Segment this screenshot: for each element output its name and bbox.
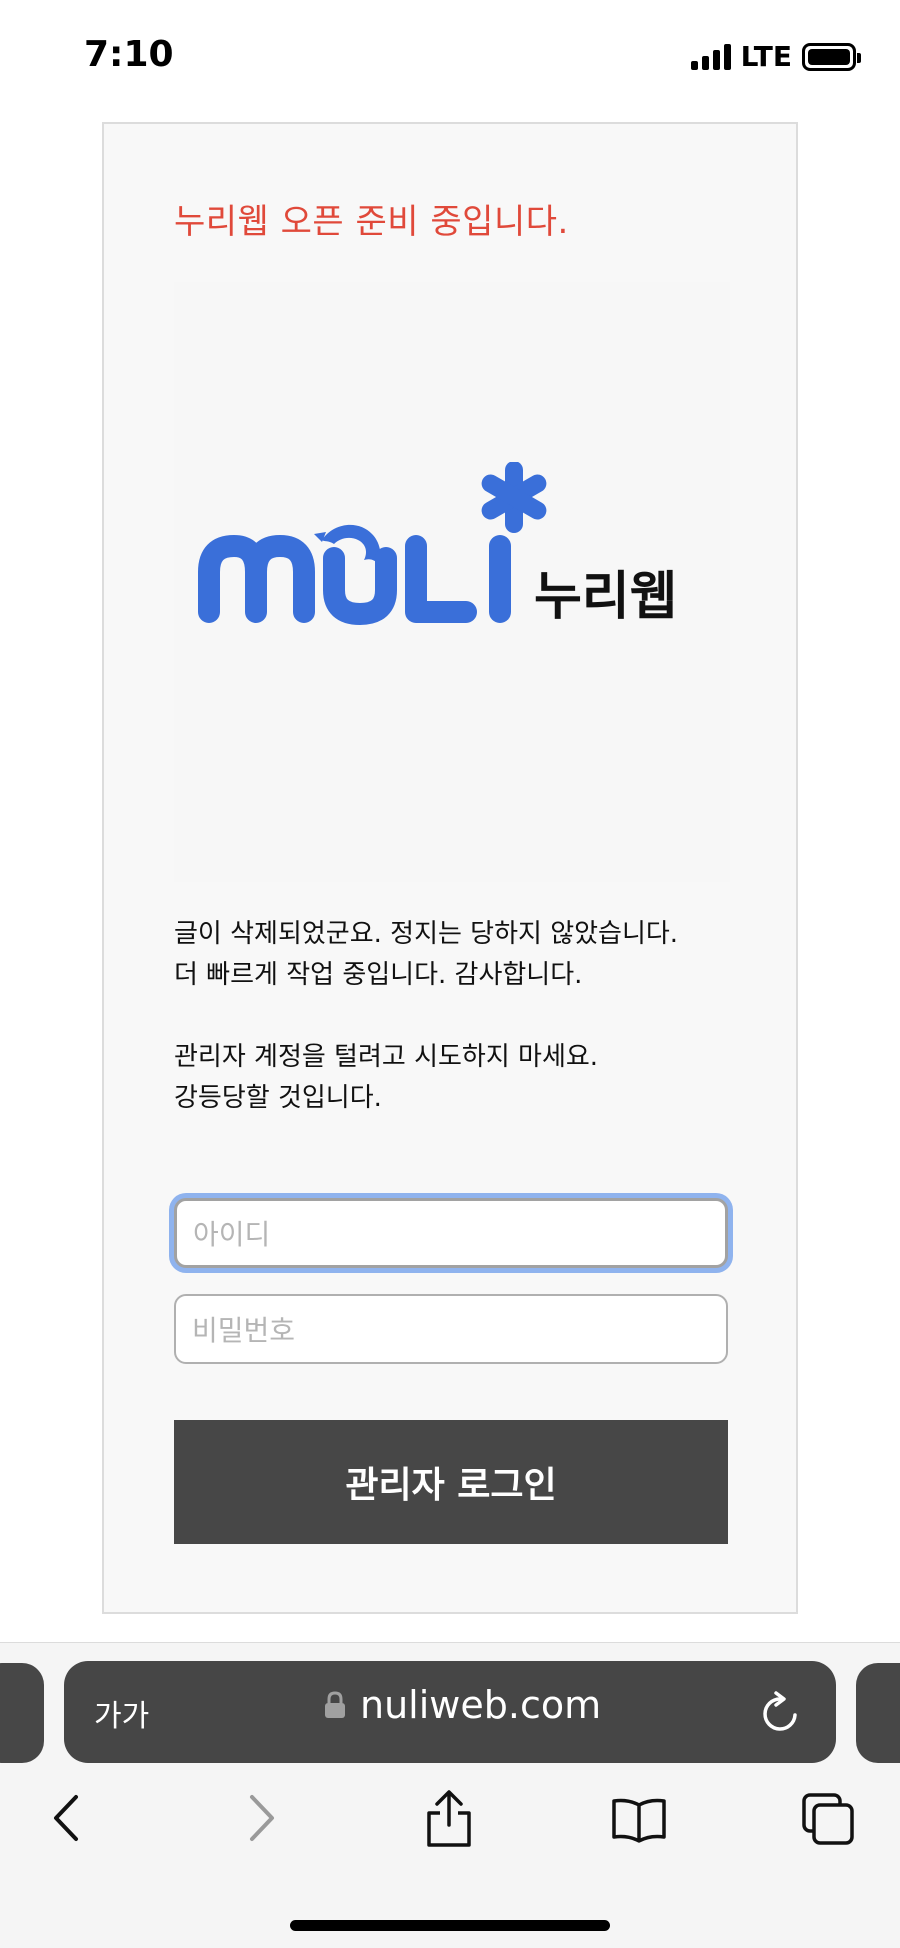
lock-icon (325, 1691, 345, 1718)
tabs-icon[interactable] (800, 1791, 856, 1847)
message-line: 관리자 계정을 털려고 시도하지 마세요. (174, 1042, 599, 1072)
nuli-logo: 누리웹 (198, 462, 678, 627)
notice-title: 누리웹 오픈 준비 중입니다. (174, 202, 569, 242)
home-indicator (290, 1920, 610, 1931)
status-indicators: LTE (690, 40, 861, 73)
id-input[interactable]: 아이디 (174, 1198, 728, 1268)
notice-message: 글이 삭제되었군요. 정지는 당하지 않았습니다. 더 빠르게 작업 중입니다.… (174, 914, 678, 1119)
logo-letter-u (323, 547, 397, 626)
message-line: 글이 삭제되었군요. 정지는 당하지 않았습니다. (174, 919, 679, 949)
logo-korean-name: 누리웹 (534, 567, 678, 627)
network-label: LTE (740, 40, 792, 73)
forward-icon[interactable] (244, 1793, 278, 1843)
login-card: 누리웹 오픈 준비 중입니다. 누리웹 글이 삭제되었군요. 정지는 당하지 않… (102, 122, 798, 1614)
browser-chrome: 가가 nuliweb.com (0, 1642, 900, 1948)
bookmarks-icon[interactable] (610, 1797, 668, 1843)
asterisk-icon (481, 462, 547, 533)
id-placeholder: 아이디 (193, 1218, 271, 1251)
logo-letter-n (198, 535, 315, 623)
text-size-button[interactable]: 가가 (94, 1691, 149, 1735)
battery-icon (802, 42, 861, 71)
share-icon[interactable] (424, 1789, 474, 1849)
logo-letter-l (405, 535, 477, 623)
password-placeholder: 비밀번호 (192, 1314, 296, 1347)
cellular-signal-icon (690, 43, 731, 70)
password-input[interactable]: 비밀번호 (174, 1294, 728, 1364)
message-line: 더 빠르게 작업 중입니다. 감사합니다. (174, 960, 583, 990)
next-tab-preview[interactable] (856, 1663, 900, 1763)
status-time: 7:10 (84, 34, 174, 75)
logo-area: 누리웹 (174, 282, 730, 882)
status-bar: 7:10 LTE (0, 0, 900, 110)
back-icon[interactable] (50, 1793, 84, 1843)
admin-login-button[interactable]: 관리자 로그인 (174, 1420, 728, 1544)
url-display[interactable]: nuliweb.com (324, 1683, 601, 1727)
reload-icon[interactable] (760, 1691, 800, 1735)
url-text: nuliweb.com (360, 1683, 602, 1727)
previous-tab-preview[interactable] (0, 1663, 44, 1763)
address-bar[interactable]: 가가 nuliweb.com (64, 1661, 836, 1763)
message-line: 강등당할 것입니다. (174, 1083, 382, 1113)
